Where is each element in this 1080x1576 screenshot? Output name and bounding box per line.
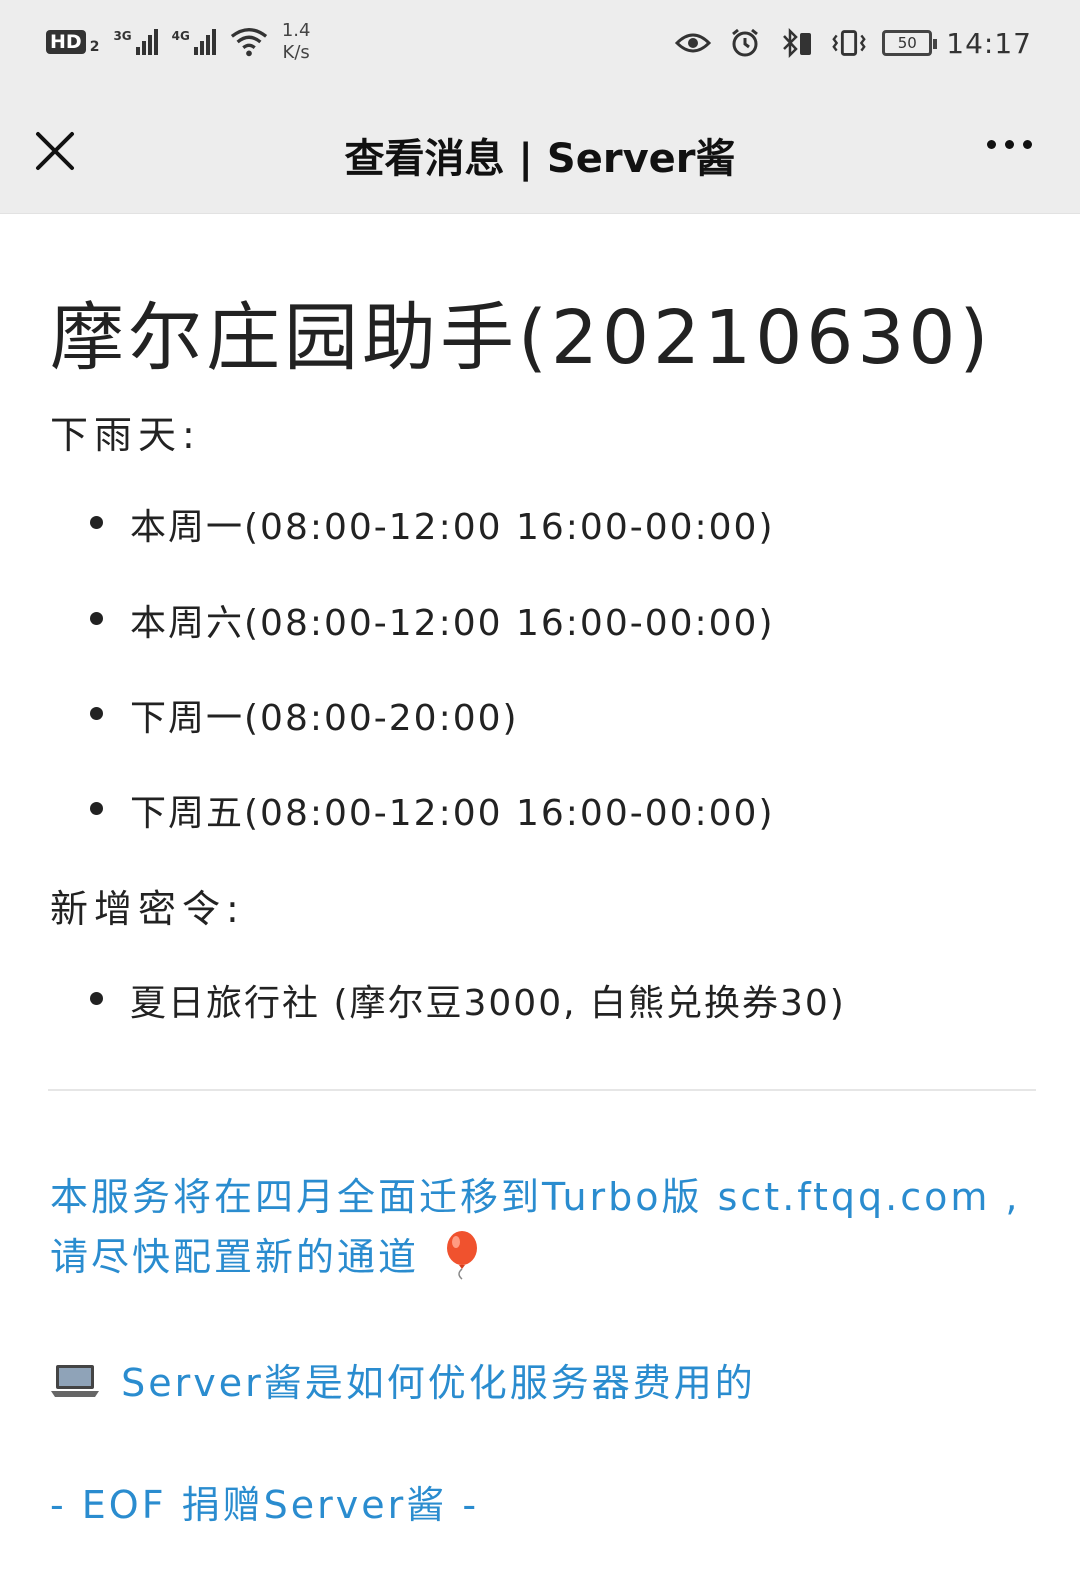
eof-line: - EOF 捐赠Server酱 -	[50, 1474, 479, 1529]
eof-prefix: - EOF	[50, 1483, 182, 1527]
eye-icon	[674, 24, 712, 62]
alarm-icon	[726, 24, 764, 62]
divider	[48, 1089, 1036, 1091]
clock: 14:17	[946, 26, 1032, 60]
network-speed: 1.4 K/s	[282, 20, 311, 64]
speed-value: 1.4	[281, 20, 311, 41]
vibrate-icon	[830, 24, 868, 62]
message-title: 摩尔庄园助手(20210630)	[50, 295, 993, 381]
status-left-group: HD 2 3G 4G 1.4 K/s	[46, 20, 310, 64]
speed-unit: K/s	[282, 42, 310, 63]
list-item: 夏日旅行社 (摩尔豆3000, 白熊兑换券30)	[90, 974, 846, 1026]
list-item: 下周五(08:00-12:00 16:00-00:00)	[90, 784, 775, 836]
migration-notice-link[interactable]: 本服务将在四月全面迁移到Turbo版 sct.ftqq.com ,	[50, 1166, 1021, 1221]
cost-article-text: Server酱是如何优化服务器费用的	[121, 1361, 756, 1405]
rain-section-label: 下雨天:	[50, 413, 201, 457]
eof-suffix: -	[447, 1483, 480, 1527]
signal-3g-label: 3G	[113, 29, 132, 43]
list-item: 下周一(08:00-20:00)	[90, 689, 519, 741]
signal-4g-icon: 4G	[172, 29, 216, 55]
notice-line-2: 请尽快配置新的通道	[50, 1235, 420, 1279]
hd-sub-label: 2	[89, 39, 100, 55]
notice-line-1: 本服务将在四月全面迁移到Turbo版 sct.ftqq.com ,	[50, 1175, 1021, 1219]
page-title: 查看消息 | Server酱	[344, 136, 736, 182]
status-right-group: 50 14:17	[674, 24, 1032, 62]
donate-link[interactable]: 捐赠Server酱	[182, 1483, 448, 1527]
signal-4g-label: 4G	[171, 29, 190, 43]
signal-3g-icon: 3G	[113, 29, 158, 55]
wifi-icon	[230, 23, 268, 61]
cost-article-link[interactable]: Server酱是如何优化服务器费用的	[50, 1352, 756, 1408]
balloon-icon	[442, 1230, 482, 1289]
battery-icon: 50	[882, 30, 938, 56]
hd-badge: HD	[46, 30, 86, 54]
list-item: 本周六(08:00-12:00 16:00-00:00)	[90, 594, 775, 646]
list-item: 本周一(08:00-12:00 16:00-00:00)	[90, 498, 775, 550]
password-section-label: 新增密令:	[50, 887, 245, 931]
nav-bar: 查看消息 | Server酱	[0, 90, 1080, 214]
laptop-icon	[50, 1363, 100, 1408]
more-icon[interactable]	[987, 140, 1032, 149]
status-bar: HD 2 3G 4G 1.4 K/s 50 14:17	[0, 0, 1080, 90]
migration-notice-link-line2[interactable]: 请尽快配置新的通道	[50, 1226, 482, 1289]
bluetooth-icon	[778, 24, 816, 62]
